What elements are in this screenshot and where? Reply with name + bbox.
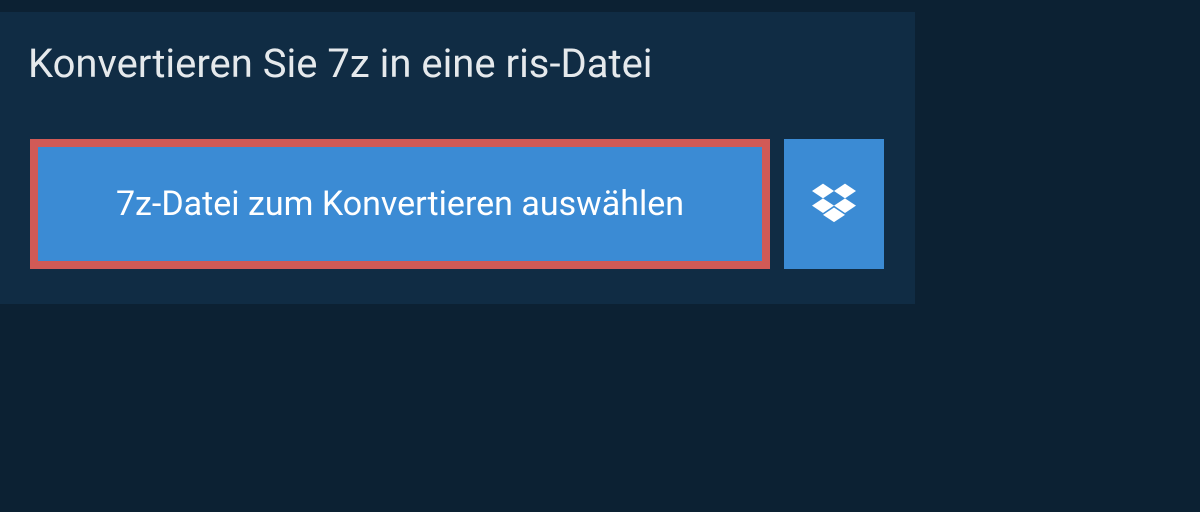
select-file-button[interactable]: 7z-Datei zum Konvertieren auswählen bbox=[30, 139, 770, 269]
dropbox-icon bbox=[812, 180, 856, 228]
upload-button-row: 7z-Datei zum Konvertieren auswählen bbox=[30, 139, 915, 269]
page-title-text: Konvertieren Sie 7z in eine ris-Datei bbox=[28, 40, 653, 87]
converter-panel: Konvertieren Sie 7z in eine ris-Datei 7z… bbox=[0, 12, 915, 304]
dropbox-button[interactable] bbox=[784, 139, 884, 269]
page-title: Konvertieren Sie 7z in eine ris-Datei bbox=[0, 12, 720, 111]
select-file-label: 7z-Datei zum Konvertieren auswählen bbox=[116, 184, 684, 224]
